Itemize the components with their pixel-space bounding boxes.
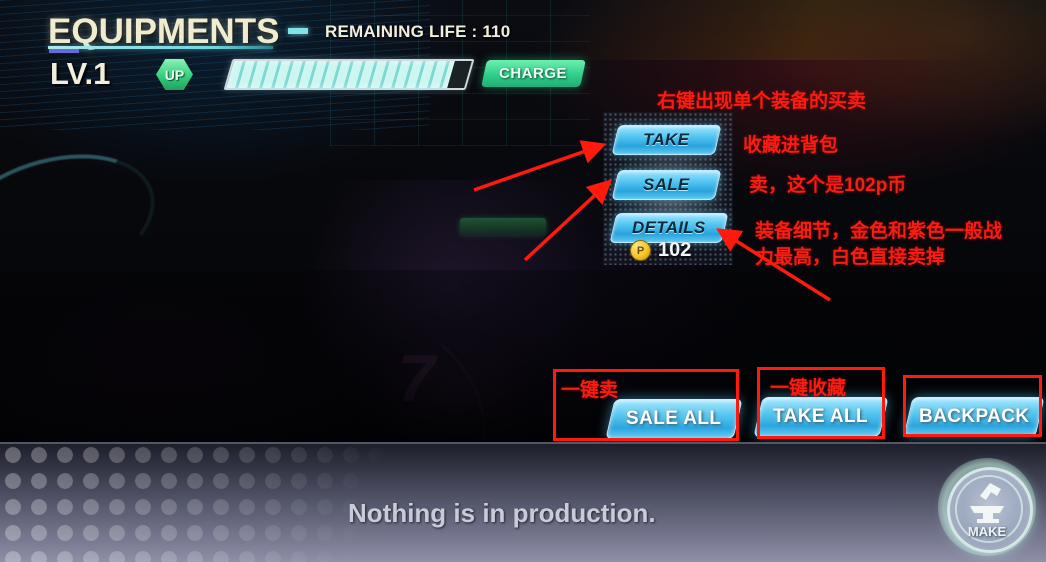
charge-button-label: CHARGE (499, 65, 568, 82)
background-green-chip (460, 218, 546, 235)
background-ground-shade (0, 270, 1046, 442)
sale-button-label: SALE (643, 175, 690, 194)
level-label: LV.1 (50, 56, 111, 91)
details-button-label: DETAILS (632, 218, 706, 237)
make-button[interactable]: MAKE (938, 458, 1036, 556)
experience-bar-fill (226, 61, 456, 88)
item-price: P 102 (630, 239, 691, 262)
level-up-badge-label: UP (164, 66, 185, 83)
take-button-label: TAKE (643, 130, 690, 149)
equipment-header: EQUIPMENTS REMAINING LIFE : 110 LV.1 UP … (0, 0, 620, 108)
game-screen: 7 EQUIPMENTS REMAINING LIFE : 110 LV.1 U… (0, 0, 1046, 562)
title-underline (48, 46, 273, 49)
annotation-take-hint: 收藏进背包 (743, 135, 839, 156)
make-button-label: MAKE (967, 524, 1007, 539)
annotation-box-backpack (903, 375, 1042, 437)
experience-bar (223, 59, 475, 90)
anvil-hammer-icon (970, 483, 1004, 523)
annotation-sale-hint: 卖，这个是102p币 (749, 175, 907, 196)
annotation-right-click-hint: 右键出现单个装备的买卖 (657, 91, 867, 112)
annotation-sale-all-hint: 一键卖 (561, 380, 619, 401)
sale-button[interactable]: SALE (611, 170, 722, 200)
production-status-text: Nothing is in production. (348, 498, 656, 528)
title-underline-accent (49, 49, 79, 53)
take-button[interactable]: TAKE (611, 125, 722, 155)
annotation-details-hint: 装备细节，金色和紫色一般战力最高，白色直接卖掉 (755, 221, 1003, 268)
background-top-strip (560, 0, 1046, 60)
title-dash-icon (288, 28, 308, 34)
item-price-value: 102 (658, 239, 692, 261)
annotation-take-all-hint: 一键收藏 (770, 378, 847, 399)
experience-bar-underline (232, 88, 444, 90)
charge-button[interactable]: CHARGE (481, 60, 586, 87)
remaining-life-label: REMAINING LIFE : 110 (325, 22, 511, 41)
coin-icon: P (630, 240, 651, 261)
level-up-badge[interactable]: UP (156, 58, 193, 91)
